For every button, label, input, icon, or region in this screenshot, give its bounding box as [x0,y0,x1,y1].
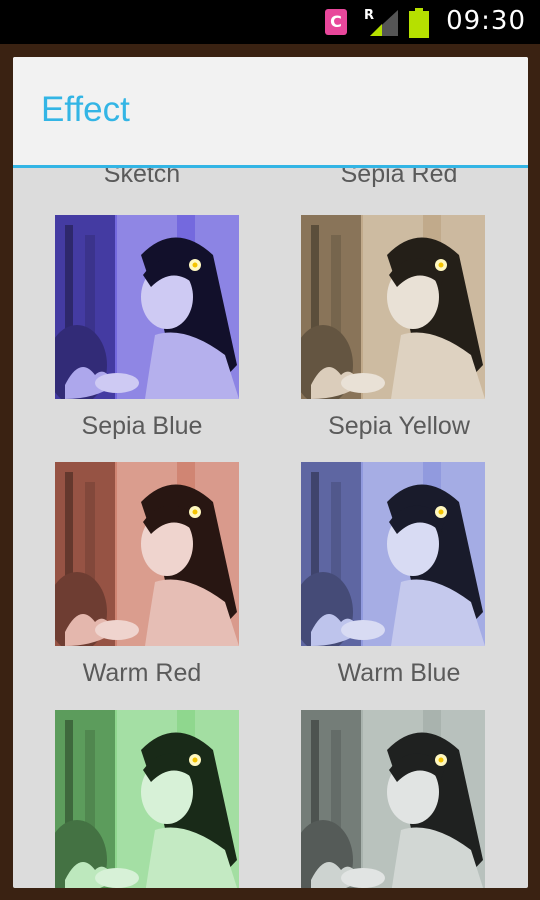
effect-thumbnail[interactable] [301,710,485,888]
effect-label: Warm Red [82,659,202,687]
effect-grid[interactable]: Sketch Sepia Red Sepia Blue Sepia Yellow… [13,168,528,888]
effect-label: Sepia Yellow [328,412,470,440]
effect-label: Sepia Blue [81,412,203,440]
effect-label: Warm Blue [337,659,461,687]
app-notification-icon: C [325,9,347,35]
status-bar: C R 09:30 [0,0,540,44]
effect-thumbnail[interactable] [301,215,485,399]
effect-thumbnail[interactable] [55,462,239,646]
effect-label: Sketch [103,168,181,188]
effect-label: Sepia Red [340,168,458,188]
dialog-title: Effect [41,90,130,129]
dialog-header: Effect [13,57,528,168]
effect-dialog: Effect Sketch Sepia Red Sepia Blue Sepia… [13,57,528,888]
effect-thumbnail[interactable] [55,710,239,888]
signal-icon: R [364,8,398,36]
battery-icon [409,8,429,38]
effect-thumbnail[interactable] [55,215,239,399]
status-time: 09:30 [446,6,526,36]
svg-text:R: R [364,8,374,23]
effect-thumbnail[interactable] [301,462,485,646]
